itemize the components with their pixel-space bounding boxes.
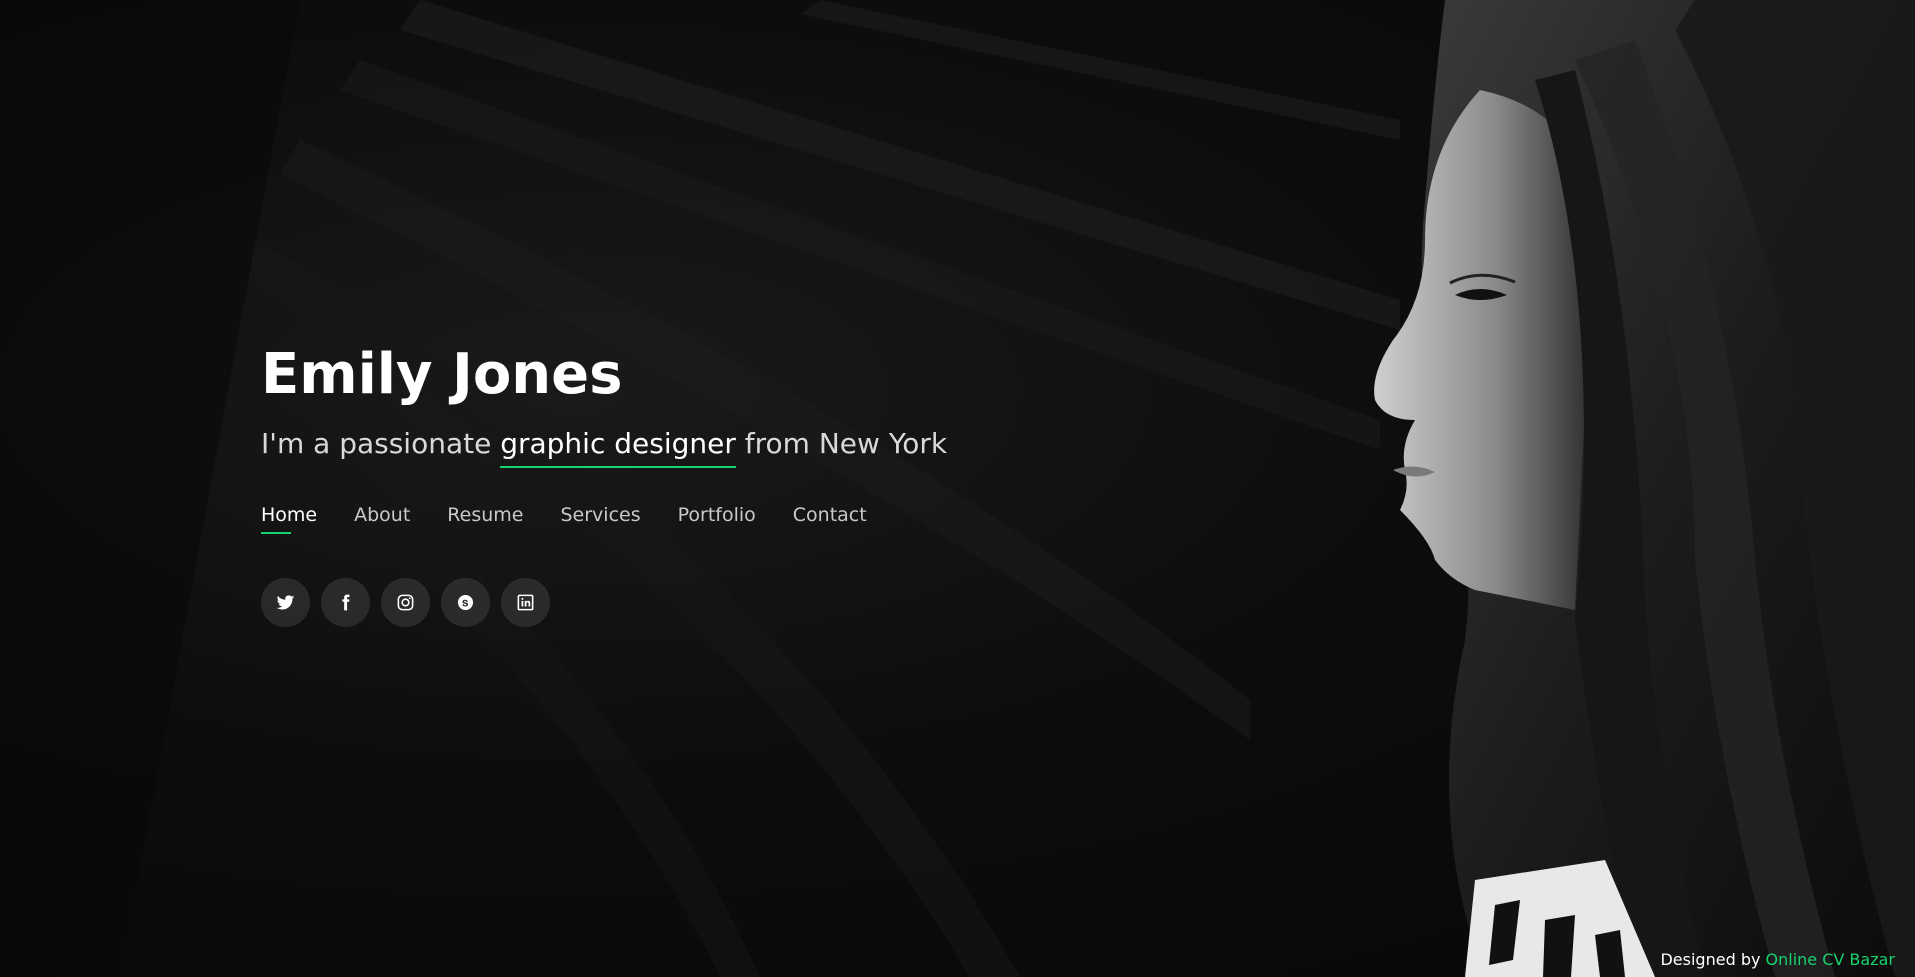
nav-resume[interactable]: Resume: [447, 504, 523, 534]
credit-link[interactable]: Online CV Bazar: [1766, 950, 1895, 969]
hero-name: Emily Jones: [261, 342, 623, 407]
facebook-button[interactable]: [321, 578, 370, 627]
main-nav: Home About Resume Services Portfolio Con…: [261, 504, 1061, 534]
nav-portfolio[interactable]: Portfolio: [678, 504, 756, 534]
nav-contact[interactable]: Contact: [793, 504, 867, 534]
linkedin-button[interactable]: [501, 578, 550, 627]
linkedin-icon: [517, 594, 534, 611]
nav-services[interactable]: Services: [560, 504, 640, 534]
hero-content: Emily Jones I'm a passionate graphic des…: [261, 340, 1061, 627]
hero-section: Emily Jones I'm a passionate graphic des…: [0, 0, 1915, 977]
hero-tagline: I'm a passionate graphic designer from N…: [261, 424, 1061, 468]
twitter-icon: [276, 595, 295, 610]
facebook-icon: [342, 594, 350, 611]
portrait-photo: [1374, 0, 1915, 977]
instagram-icon: [397, 594, 414, 611]
skype-button[interactable]: [441, 578, 490, 627]
nav-about[interactable]: About: [354, 504, 410, 534]
instagram-button[interactable]: [381, 578, 430, 627]
tagline-suffix: from New York: [735, 427, 948, 460]
twitter-button[interactable]: [261, 578, 310, 627]
tagline-prefix: I'm a passionate: [261, 427, 501, 460]
nav-home[interactable]: Home: [261, 504, 317, 534]
credit-prefix: Designed by: [1660, 950, 1766, 969]
tagline-highlight: graphic designer: [500, 424, 736, 468]
skype-icon: [457, 594, 474, 611]
social-links: [261, 578, 1061, 627]
footer-credit: Designed by Online CV Bazar: [1660, 950, 1895, 969]
